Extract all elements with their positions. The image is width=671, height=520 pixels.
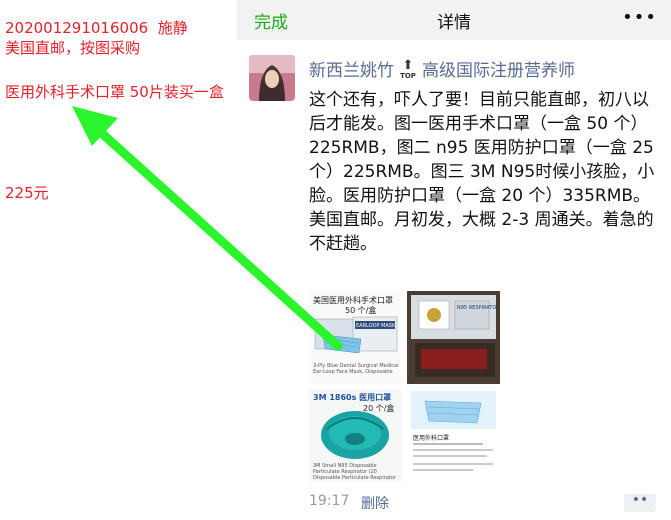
moments-detail-screen: 完成 详情 ••• 新西兰姚竹 ⬆ TOP 高级国际注册营养师 这个还有，吓人了要！目… — [237, 0, 671, 520]
purchase-note: 美国直邮，按图采购 — [5, 39, 141, 57]
image-footer: 3-Ply Blue Dental Surgical Medical Ear-L… — [313, 363, 399, 375]
author-line: 新西兰姚竹 ⬆ TOP 高级国际注册营养师 — [309, 56, 575, 81]
comment-icon[interactable]: •• — [624, 493, 656, 512]
item-note: 医用外科手术口罩 50片装买一盒 — [5, 83, 224, 101]
image-box-label: EARLOOP MASK — [356, 323, 396, 329]
price-note: 225元 — [5, 184, 49, 202]
order-note: 202001291016006 施静 美国直邮，按图采购 — [5, 18, 235, 58]
post-image-2[interactable]: N95 RESPIRATOR — [407, 291, 500, 384]
post-image-4[interactable]: 医用外科口罩 — [407, 389, 500, 482]
annotation-panel: 202001291016006 施静 美国直邮，按图采购 医用外科手术口罩 50… — [0, 0, 237, 520]
seller-name: 施静 — [157, 19, 188, 37]
image-box-label: N95 RESPIRATOR — [457, 305, 500, 311]
navigation-bar: 完成 详情 ••• — [237, 0, 671, 40]
post-time: 19:17 — [309, 493, 350, 509]
image-caption-title: 医用外科口罩 — [413, 435, 450, 442]
post-image-3[interactable]: 3M 1860s 医用口罩 20 个/盒 3M Small N95 Dispos… — [309, 389, 402, 482]
order-number: 202001291016006 — [5, 19, 149, 37]
image-footer: 3M Small N95 Disposable Particulate Resp… — [313, 463, 396, 481]
avatar[interactable] — [249, 55, 295, 101]
more-icon[interactable]: ••• — [622, 7, 657, 28]
author-title[interactable]: 高级国际注册营养师 — [422, 61, 575, 81]
author-name[interactable]: 新西兰姚竹 — [309, 61, 394, 81]
delete-link[interactable]: 删除 — [361, 493, 389, 513]
top-badge-icon: ⬆ TOP — [400, 58, 416, 80]
page-title: 详情 — [437, 13, 471, 33]
post-text: 这个还有，吓人了要！目前只能直邮，初八以后才能发。图一医用手术口罩（一盒 50 … — [309, 90, 655, 254]
post-image-1[interactable]: 美国医用外科手术口罩 50 个/盒 EARLOOP MASK 3-Ply Blu… — [309, 291, 402, 384]
